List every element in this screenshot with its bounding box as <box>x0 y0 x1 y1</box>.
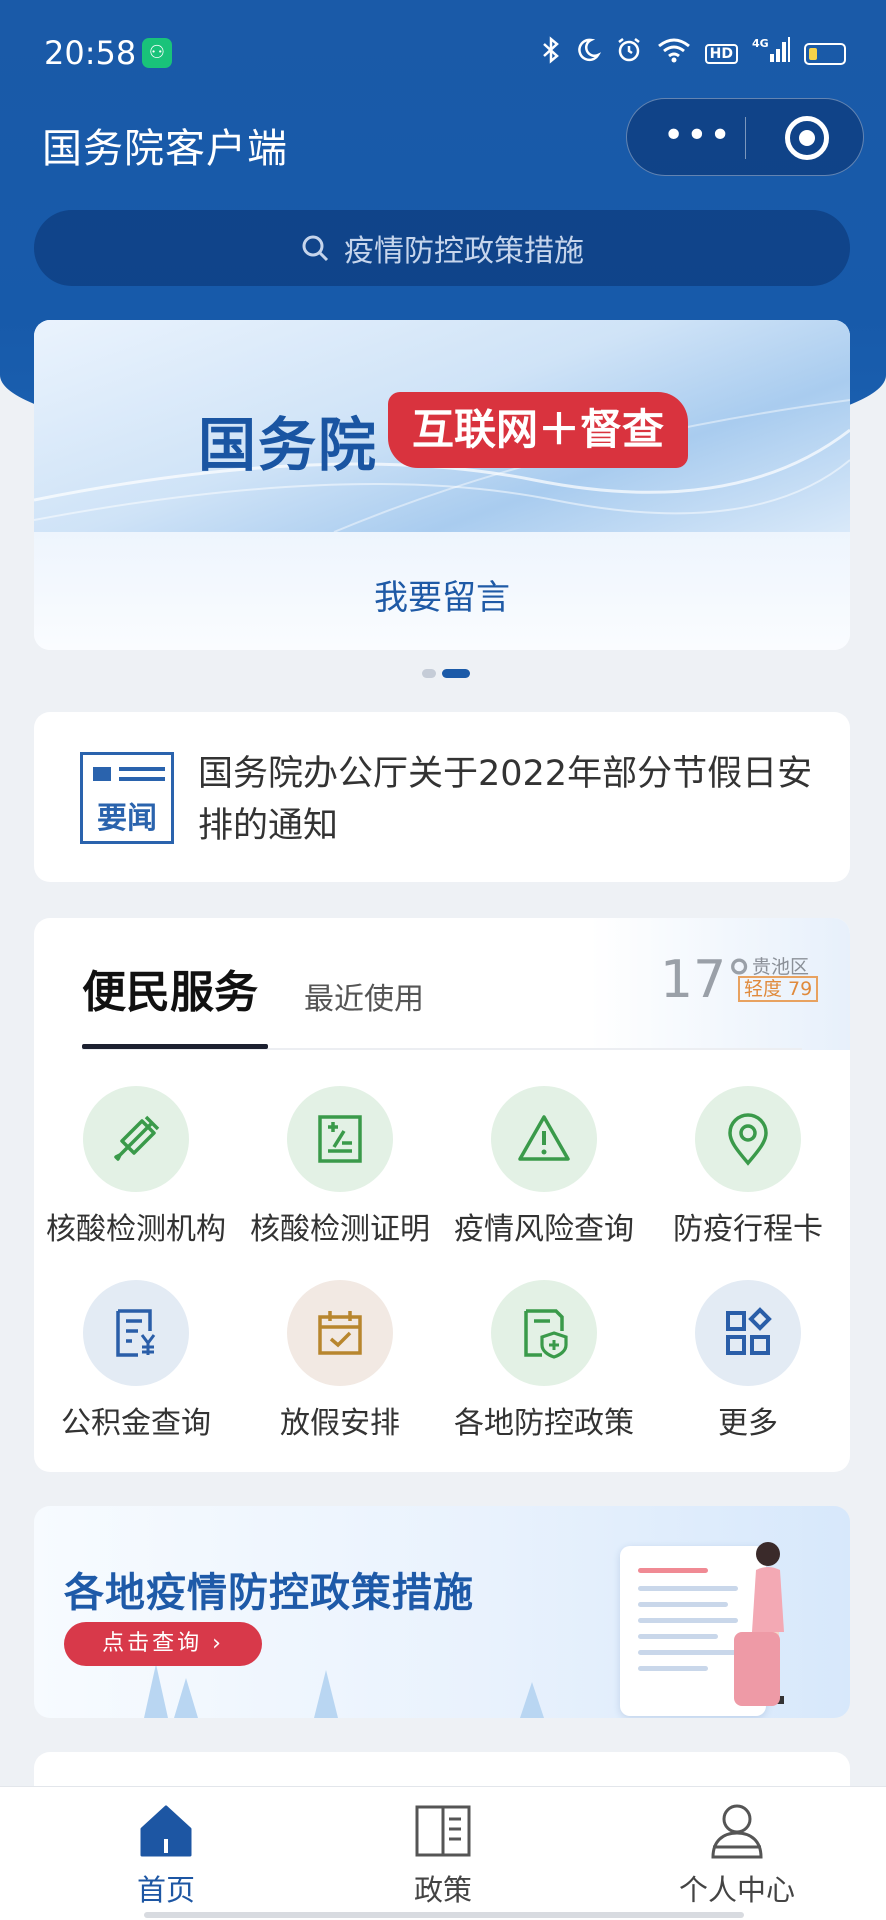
carousel-dot-active <box>442 669 470 678</box>
svg-text:4G: 4G <box>752 37 769 50</box>
miniapp-capsule: ••• <box>626 98 864 176</box>
signal-4g-icon: 4G <box>752 36 790 71</box>
query-button[interactable]: 点击查询 › <box>64 1622 262 1666</box>
grid-more-icon <box>726 1307 772 1355</box>
status-time: 20:58 <box>44 34 137 72</box>
carousel-dot <box>422 669 436 678</box>
promo-decoration <box>144 1664 168 1718</box>
wifi-icon <box>657 37 691 70</box>
service-label: 防疫行程卡 <box>673 1212 823 1247</box>
status-icons: HD 4G <box>541 36 846 71</box>
policy-promo-banner[interactable]: 各地疫情防控政策措施 点击查询 › <box>34 1506 850 1718</box>
tab-personal-center-label: 个人中心 <box>678 1873 795 1907</box>
service-item-holiday-schedule[interactable]: 放假安排 <box>238 1280 442 1442</box>
news-icon: 要闻 <box>80 752 174 844</box>
banner-carousel[interactable]: 国务院 互联网＋督查 我要留言 <box>34 320 850 650</box>
service-item-nucleic-test-agency[interactable]: 核酸检测机构 <box>34 1086 238 1248</box>
promo-decoration <box>314 1670 338 1718</box>
services-card: 便民服务 最近使用 17° 贵池区 轻度 79 核酸检测机构 核酸检测证明 疫情… <box>34 918 850 1472</box>
service-item-epidemic-risk-query[interactable]: 疫情风险查询 <box>442 1086 646 1248</box>
tab-recently-used[interactable]: 最近使用 <box>304 974 424 1018</box>
tab-active-underline <box>82 1044 268 1049</box>
tab-convenience-services[interactable]: 便民服务 <box>82 956 258 1020</box>
news-headline[interactable]: 国务院办公厅关于2022年部分节假日安排的通知 <box>198 748 818 852</box>
fund-document-icon <box>116 1309 156 1357</box>
banner-title: 国务院 <box>198 411 379 479</box>
shield-document-icon <box>524 1309 568 1359</box>
service-label: 各地防控政策 <box>454 1406 634 1441</box>
service-item-nucleic-test-certificate[interactable]: 核酸检测证明 <box>238 1086 442 1248</box>
hd-icon: HD <box>704 43 738 64</box>
home-icon <box>140 1805 192 1857</box>
banner-image: 国务院 互联网＋督查 <box>34 320 850 532</box>
location-pin-icon <box>728 1113 768 1166</box>
service-item-housing-fund-query[interactable]: 公积金查询 <box>34 1280 238 1442</box>
calendar-check-icon <box>318 1311 362 1355</box>
search-bar[interactable]: 疫情防控政策措施 <box>34 210 850 286</box>
service-label: 更多 <box>718 1406 778 1441</box>
capsule-divider <box>745 117 746 159</box>
certificate-icon <box>318 1115 362 1163</box>
service-label: 核酸检测证明 <box>250 1212 430 1247</box>
service-item-more[interactable]: 更多 <box>646 1280 850 1442</box>
warning-icon <box>518 1115 570 1161</box>
promo-decoration <box>520 1682 544 1718</box>
service-item-local-policies[interactable]: 各地防控政策 <box>442 1280 646 1442</box>
query-button-label: 点击查询 <box>102 1631 203 1656</box>
bottom-tab-bar: 首页 政策 个人中心 <box>0 1786 886 1920</box>
service-label: 放假安排 <box>280 1406 400 1441</box>
tab-home[interactable]: 首页 <box>66 1801 266 1909</box>
service-label: 公积金查询 <box>61 1406 211 1441</box>
weather-district: 贵池区 <box>752 956 810 978</box>
promo-title: 各地疫情防控政策措施 <box>64 1570 474 1616</box>
air-quality-badge: 轻度 79 <box>738 976 819 1002</box>
promo-decoration <box>174 1678 198 1718</box>
book-icon <box>415 1805 471 1857</box>
app-notification-icon: ⚇ <box>142 38 172 68</box>
dropper-icon <box>114 1115 160 1161</box>
service-label: 疫情风险查询 <box>454 1212 634 1247</box>
person-icon <box>711 1804 763 1859</box>
news-card[interactable]: 要闻 国务院办公厅关于2022年部分节假日安排的通知 <box>34 712 850 882</box>
tab-policy[interactable]: 政策 <box>343 1801 543 1909</box>
app-title: 国务院客户端 <box>42 126 288 172</box>
carousel-indicator <box>422 669 470 678</box>
moon-icon <box>575 37 601 70</box>
news-icon-label: 要闻 <box>97 801 157 836</box>
leave-message-link[interactable]: 我要留言 <box>34 570 850 619</box>
battery-icon <box>804 42 846 65</box>
status-bar: 20:58 ⚇ HD 4G <box>0 0 886 108</box>
more-button[interactable]: ••• <box>663 118 731 154</box>
close-miniapp-button[interactable] <box>785 116 829 160</box>
suitcase-illustration <box>734 1632 780 1706</box>
search-icon <box>302 235 329 262</box>
alarm-icon <box>615 36 643 71</box>
tab-home-label: 首页 <box>136 1873 195 1907</box>
tab-personal-center[interactable]: 个人中心 <box>637 1801 837 1909</box>
home-indicator <box>144 1912 744 1918</box>
search-placeholder: 疫情防控政策措施 <box>344 234 584 269</box>
tab-policy-label: 政策 <box>413 1873 472 1907</box>
service-label: 核酸检测机构 <box>46 1212 226 1247</box>
service-item-travel-card[interactable]: 防疫行程卡 <box>646 1086 850 1248</box>
bluetooth-icon <box>541 36 561 71</box>
banner-tag: 互联网＋督查 <box>388 392 688 468</box>
